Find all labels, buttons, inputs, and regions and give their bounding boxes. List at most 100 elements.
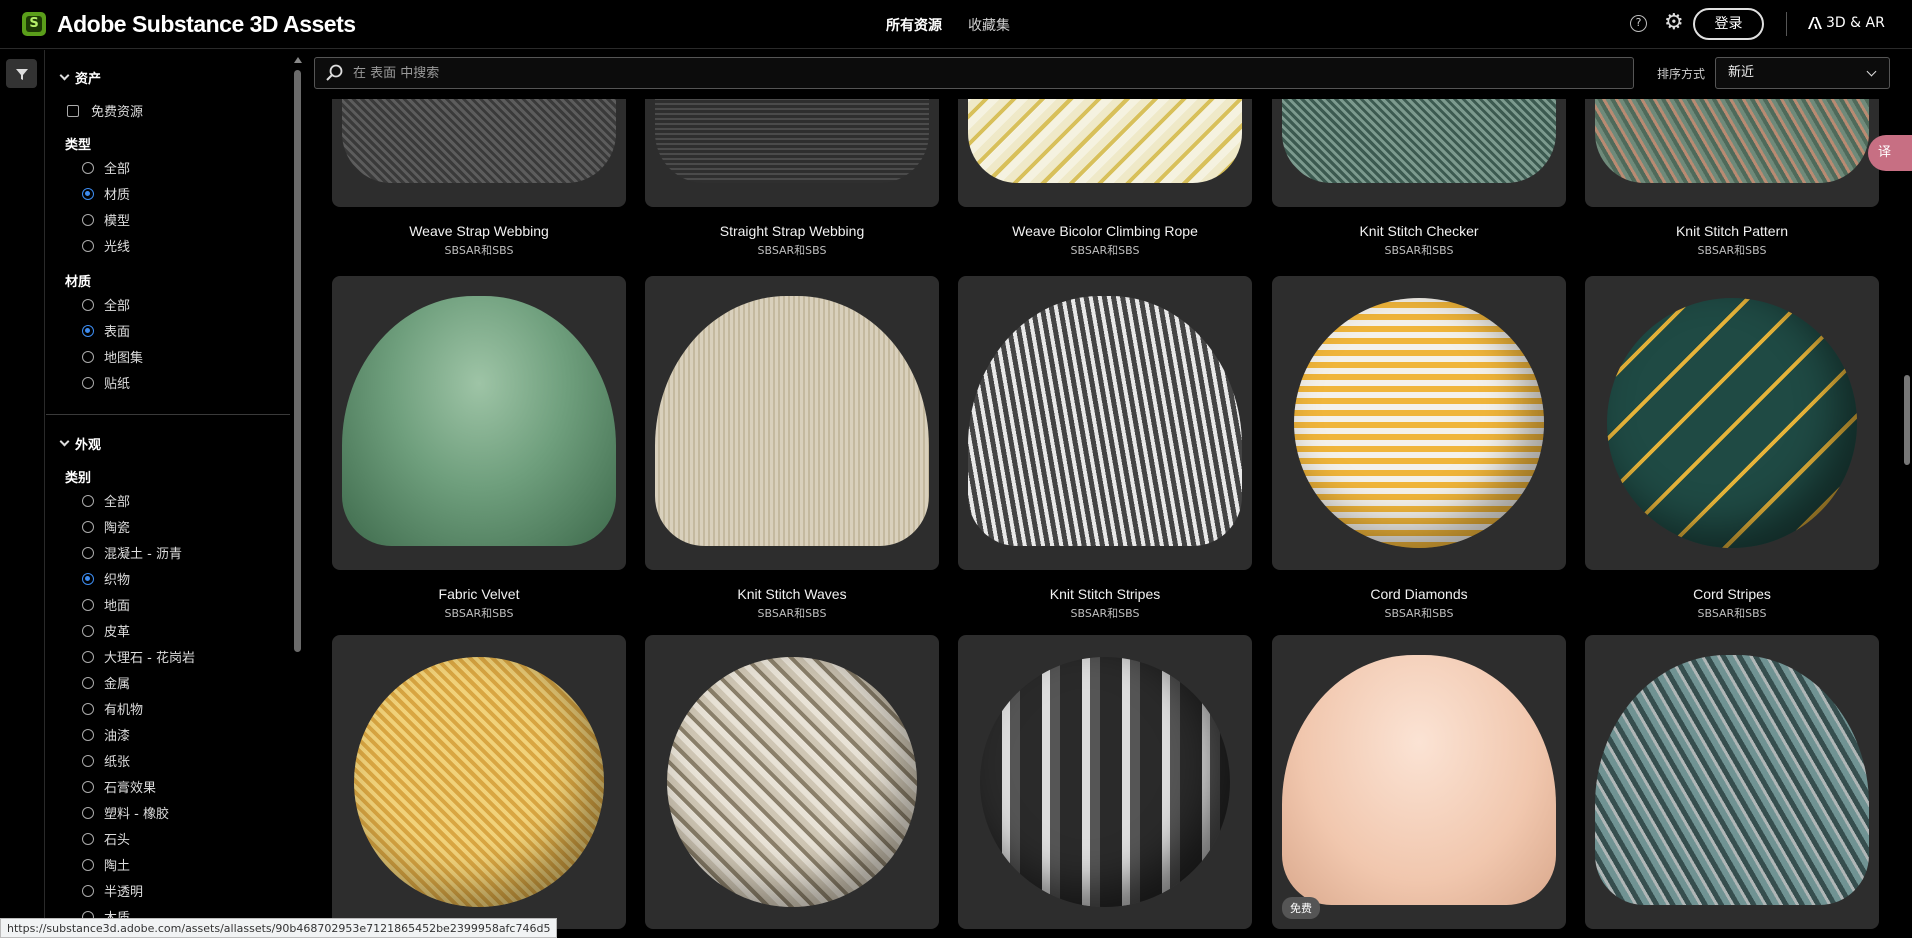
asset-card[interactable] [645, 635, 939, 929]
asset-thumbnail[interactable] [958, 99, 1252, 207]
asset-format: SBSAR和SBS [1070, 607, 1140, 620]
brand-title[interactable]: Adobe Substance 3D Assets [57, 11, 356, 38]
substance-logo-icon[interactable]: S [22, 12, 46, 36]
asset-name[interactable]: Knit Stitch Waves [645, 586, 939, 602]
main-scrollbar[interactable] [1904, 375, 1910, 465]
filter-rail [0, 50, 45, 938]
asset-card[interactable] [1585, 635, 1879, 929]
type-option-material[interactable]: 材质 [82, 184, 130, 203]
asset-card[interactable]: Knit Stitch Waves SBSAR和SBS [645, 276, 939, 621]
category-option[interactable]: 纸张 [82, 751, 130, 770]
material-option-surface[interactable]: 表面 [82, 321, 130, 340]
type-option-model[interactable]: 模型 [82, 210, 130, 229]
sort-dropdown[interactable]: 新近 [1715, 57, 1890, 89]
asset-name[interactable]: Cord Diamonds [1272, 586, 1566, 602]
asset-card[interactable]: Weave Strap Webbing SBSAR和SBS [332, 99, 626, 258]
search-input[interactable] [353, 65, 1553, 81]
appearance-section-header[interactable]: 外观 [59, 434, 101, 453]
asset-card[interactable]: Cord Diamonds SBSAR和SBS [1272, 276, 1566, 621]
asset-name[interactable]: Straight Strap Webbing [645, 223, 939, 239]
top-nav: 所有资源 收藏集 [886, 15, 1010, 35]
radio-icon [82, 546, 94, 559]
ar-link[interactable]: 3D & AR [1808, 15, 1885, 31]
radio-selected-icon [82, 324, 94, 337]
asset-thumbnail[interactable] [1585, 635, 1879, 929]
category-option[interactable]: 皮革 [82, 621, 130, 640]
asset-card[interactable] [958, 635, 1252, 929]
sort-value: 新近 [1728, 65, 1755, 80]
free-assets-checkbox[interactable]: 免费资源 [67, 101, 143, 120]
category-option[interactable]: 半透明 [82, 881, 143, 900]
asset-thumbnail[interactable] [332, 99, 626, 207]
asset-card[interactable] [332, 635, 626, 929]
asset-card[interactable]: Knit Stitch Checker SBSAR和SBS [1272, 99, 1566, 258]
asset-thumbnail[interactable] [1585, 99, 1879, 207]
asset-name[interactable]: Knit Stitch Stripes [958, 586, 1252, 602]
filter-toggle-button[interactable] [6, 59, 37, 88]
radio-icon [82, 298, 94, 311]
asset-thumbnail[interactable] [1272, 99, 1566, 207]
category-option[interactable]: 全部 [82, 491, 130, 510]
radio-icon [82, 676, 94, 689]
asset-thumbnail[interactable] [1585, 276, 1879, 570]
asset-thumbnail[interactable] [1272, 276, 1566, 570]
category-option[interactable]: 油漆 [82, 725, 130, 744]
asset-name[interactable]: Knit Stitch Pattern [1585, 223, 1879, 239]
asset-card[interactable]: Fabric Velvet SBSAR和SBS [332, 276, 626, 621]
nav-collections[interactable]: 收藏集 [968, 15, 1010, 35]
login-button[interactable]: 登录 [1693, 8, 1764, 40]
category-option[interactable]: 石膏效果 [82, 777, 156, 796]
category-option[interactable]: 大理石 - 花岗岩 [82, 647, 195, 666]
category-option[interactable]: 塑料 - 橡胶 [82, 803, 169, 822]
option-label: 纸张 [104, 755, 131, 770]
radio-icon [82, 650, 94, 663]
material-preview [1282, 99, 1556, 183]
asset-name[interactable]: Fabric Velvet [332, 586, 626, 602]
category-option[interactable]: 织物 [82, 569, 130, 588]
type-option-all[interactable]: 全部 [82, 158, 130, 177]
option-label: 皮革 [104, 625, 131, 640]
assets-section-header[interactable]: 资产 [59, 68, 101, 87]
asset-name[interactable]: Weave Bicolor Climbing Rope [958, 223, 1252, 239]
asset-thumbnail[interactable] [332, 635, 626, 929]
material-option-all[interactable]: 全部 [82, 295, 130, 314]
translate-button[interactable]: 译 [1868, 135, 1912, 171]
category-option[interactable]: 有机物 [82, 699, 143, 718]
category-option[interactable]: 地面 [82, 595, 130, 614]
category-option[interactable]: 陶土 [82, 855, 130, 874]
asset-card[interactable]: Knit Stitch Stripes SBSAR和SBS [958, 276, 1252, 621]
material-option-decal[interactable]: 贴纸 [82, 373, 130, 392]
material-preview [655, 296, 929, 546]
asset-name[interactable]: Cord Stripes [1585, 586, 1879, 602]
material-option-atlas[interactable]: 地图集 [82, 347, 143, 366]
nav-all-assets[interactable]: 所有资源 [886, 15, 942, 35]
asset-card[interactable]: Straight Strap Webbing SBSAR和SBS [645, 99, 939, 258]
top-header: S Adobe Substance 3D Assets 所有资源 收藏集 ? ⚙… [0, 0, 1912, 49]
type-option-light[interactable]: 光线 [82, 236, 130, 255]
material-preview [342, 99, 616, 183]
sidebar-scrollbar[interactable] [294, 70, 301, 652]
help-icon[interactable]: ? [1630, 15, 1647, 32]
asset-thumbnail[interactable] [332, 276, 626, 570]
category-option[interactable]: 金属 [82, 673, 130, 692]
material-preview [1282, 655, 1556, 905]
gear-icon[interactable]: ⚙ [1664, 10, 1684, 35]
asset-thumbnail[interactable] [645, 276, 939, 570]
asset-thumbnail[interactable] [958, 276, 1252, 570]
category-option[interactable]: 陶瓷 [82, 517, 130, 536]
category-option[interactable]: 混凝土 - 沥青 [82, 543, 182, 562]
asset-card[interactable]: Cord Stripes SBSAR和SBS [1585, 276, 1879, 621]
asset-thumbnail[interactable] [645, 99, 939, 207]
asset-name[interactable]: Weave Strap Webbing [332, 223, 626, 239]
asset-card[interactable]: 免费 [1272, 635, 1566, 929]
asset-format: SBSAR和SBS [757, 607, 827, 620]
asset-name[interactable]: Knit Stitch Checker [1272, 223, 1566, 239]
asset-thumbnail[interactable] [645, 635, 939, 929]
asset-thumbnail[interactable] [958, 635, 1252, 929]
sidebar-scroll-up-icon[interactable] [294, 57, 302, 63]
category-option[interactable]: 石头 [82, 829, 130, 848]
status-url: https://substance3d.adobe.com/assets/all… [0, 918, 558, 938]
asset-thumbnail[interactable]: 免费 [1272, 635, 1566, 929]
asset-card[interactable]: Weave Bicolor Climbing Rope SBSAR和SBS [958, 99, 1252, 258]
asset-card[interactable]: Knit Stitch Pattern SBSAR和SBS [1585, 99, 1879, 258]
